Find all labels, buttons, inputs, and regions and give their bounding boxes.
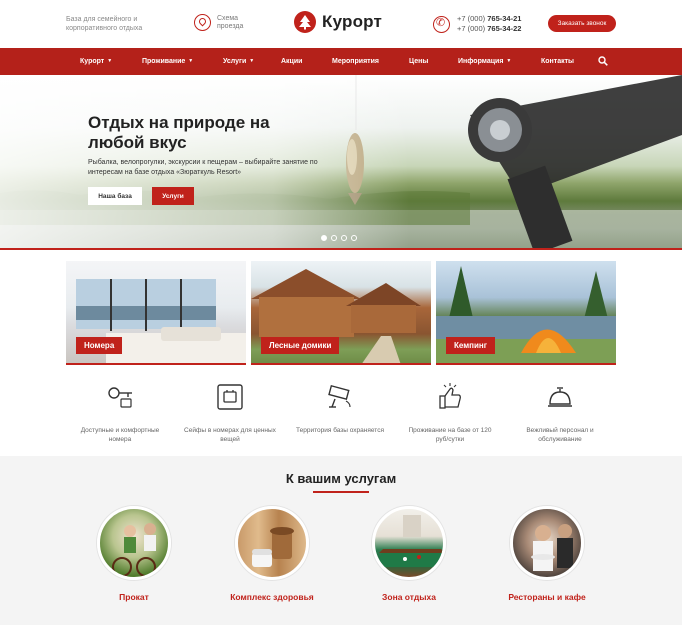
reception-bell-icon bbox=[548, 387, 572, 407]
chevron-down-icon: ▼ bbox=[107, 58, 113, 64]
service-name: Рестораны и кафе bbox=[508, 592, 586, 602]
nav-item-contacts[interactable]: Контакты bbox=[541, 48, 574, 75]
key-icon bbox=[108, 387, 132, 408]
service-item-rental[interactable]: Прокат bbox=[69, 506, 199, 602]
slider-pagination bbox=[321, 235, 357, 241]
security-camera-icon bbox=[328, 384, 351, 408]
feature-text: Доступные и комфортные номера bbox=[80, 427, 160, 443]
nav-item-services[interactable]: Услуги ▼ bbox=[223, 48, 254, 75]
phone-block: +7 (000) 765-34-21 +7 (000) 765-34-22 bbox=[433, 14, 521, 34]
chevron-down-icon: ▼ bbox=[249, 58, 255, 64]
hero-title: Отдых на природе на любой вкус bbox=[88, 113, 270, 152]
feature-item: Вежливый персонал и обслуживание bbox=[512, 383, 608, 444]
map-pin-icon bbox=[194, 14, 211, 31]
slider-dot[interactable] bbox=[321, 235, 327, 241]
route-link[interactable]: Схема проезда bbox=[194, 14, 249, 31]
our-base-button[interactable]: Наша база bbox=[88, 187, 142, 205]
chevron-down-icon: ▼ bbox=[506, 58, 512, 64]
phone-line-1[interactable]: +7 (000) 765-34-21 bbox=[457, 14, 521, 24]
main-nav: Курорт ▼ Проживание ▼ Услуги ▼ Акции Меропр… bbox=[0, 48, 682, 75]
feature-text: Территория базы охраняется bbox=[296, 427, 384, 434]
hero-slider: Отдых на природе на любой вкус Рыбалка, … bbox=[0, 75, 682, 250]
feature-item: Проживание на базе от 120 руб/сутки bbox=[402, 383, 498, 444]
nav-item-accommodation[interactable]: Проживание ▼ bbox=[142, 48, 193, 75]
tree-logo-icon bbox=[294, 11, 316, 33]
services-section: К вашим услугам Прокат Комплекс здоровья bbox=[0, 456, 682, 625]
feature-text: Сейфы в номерах для ценных вещей bbox=[184, 427, 276, 443]
chevron-down-icon: ▼ bbox=[188, 58, 194, 64]
service-image bbox=[372, 506, 446, 580]
site-header: База для семейного и корпоративного отды… bbox=[0, 0, 682, 48]
tile-underline bbox=[66, 363, 246, 365]
services-title: К вашим услугам bbox=[285, 471, 397, 486]
service-item-restaurants[interactable]: Рестораны и кафе bbox=[482, 506, 612, 602]
nav-item-events[interactable]: Мероприятия bbox=[332, 48, 379, 75]
hero-divider bbox=[0, 248, 682, 250]
service-name: Прокат bbox=[119, 592, 149, 602]
service-name: Зона отдыха bbox=[382, 592, 436, 602]
hero-subtitle: Рыбалка, велопрогулки, экскурсии к пещер… bbox=[88, 159, 318, 176]
category-tile-forest-cabins[interactable]: Лесные домики bbox=[251, 261, 431, 365]
feature-item: Сейфы в номерах для ценных вещей bbox=[182, 383, 278, 444]
slider-dot[interactable] bbox=[351, 235, 357, 241]
nav-item-prices[interactable]: Цены bbox=[409, 48, 428, 75]
nav-item-resort[interactable]: Курорт ▼ bbox=[80, 48, 112, 75]
logo-text: Курорт bbox=[322, 12, 383, 31]
services-button[interactable]: Услуги bbox=[152, 187, 194, 205]
route-label: Схема проезда bbox=[217, 14, 244, 30]
category-label: Номера bbox=[76, 337, 123, 354]
service-image bbox=[510, 506, 584, 580]
slider-dot[interactable] bbox=[341, 235, 347, 241]
phone-line-2[interactable]: +7 (000) 765-34-22 bbox=[457, 24, 521, 34]
category-tile-rooms[interactable]: Номера bbox=[66, 261, 246, 365]
category-label: Кемпинг bbox=[446, 337, 496, 354]
category-label: Лесные домики bbox=[261, 337, 340, 354]
service-item-leisure-zone[interactable]: Зона отдыха bbox=[344, 506, 474, 602]
service-name: Комплекс здоровья bbox=[230, 592, 314, 602]
callback-button[interactable]: Заказать звонок bbox=[548, 15, 616, 32]
feature-text: Проживание на базе от 120 руб/сутки bbox=[408, 427, 492, 443]
feature-text: Вежливый персонал и обслуживание bbox=[526, 427, 594, 443]
search-icon[interactable] bbox=[598, 56, 608, 66]
service-image bbox=[97, 506, 171, 580]
feature-item: Территория базы охраняется bbox=[292, 383, 388, 435]
feature-item: Доступные и комфортные номера bbox=[72, 383, 168, 444]
safe-icon bbox=[217, 384, 243, 410]
nav-item-promotions[interactable]: Акции bbox=[281, 48, 302, 75]
services-title-underline bbox=[313, 491, 369, 493]
service-image bbox=[235, 506, 309, 580]
slider-dot[interactable] bbox=[331, 235, 337, 241]
phone-icon bbox=[433, 15, 450, 33]
service-item-health-complex[interactable]: Комплекс здоровья bbox=[207, 506, 337, 602]
site-logo[interactable]: Курорт bbox=[294, 11, 382, 33]
nav-item-information[interactable]: Информация ▼ bbox=[458, 48, 511, 75]
tile-underline bbox=[251, 363, 431, 365]
thumbs-up-icon bbox=[439, 383, 461, 409]
category-tile-camping[interactable]: Кемпинг bbox=[436, 261, 616, 365]
site-tagline: База для семейного и корпоративного отды… bbox=[66, 16, 143, 32]
tile-underline bbox=[436, 363, 616, 365]
